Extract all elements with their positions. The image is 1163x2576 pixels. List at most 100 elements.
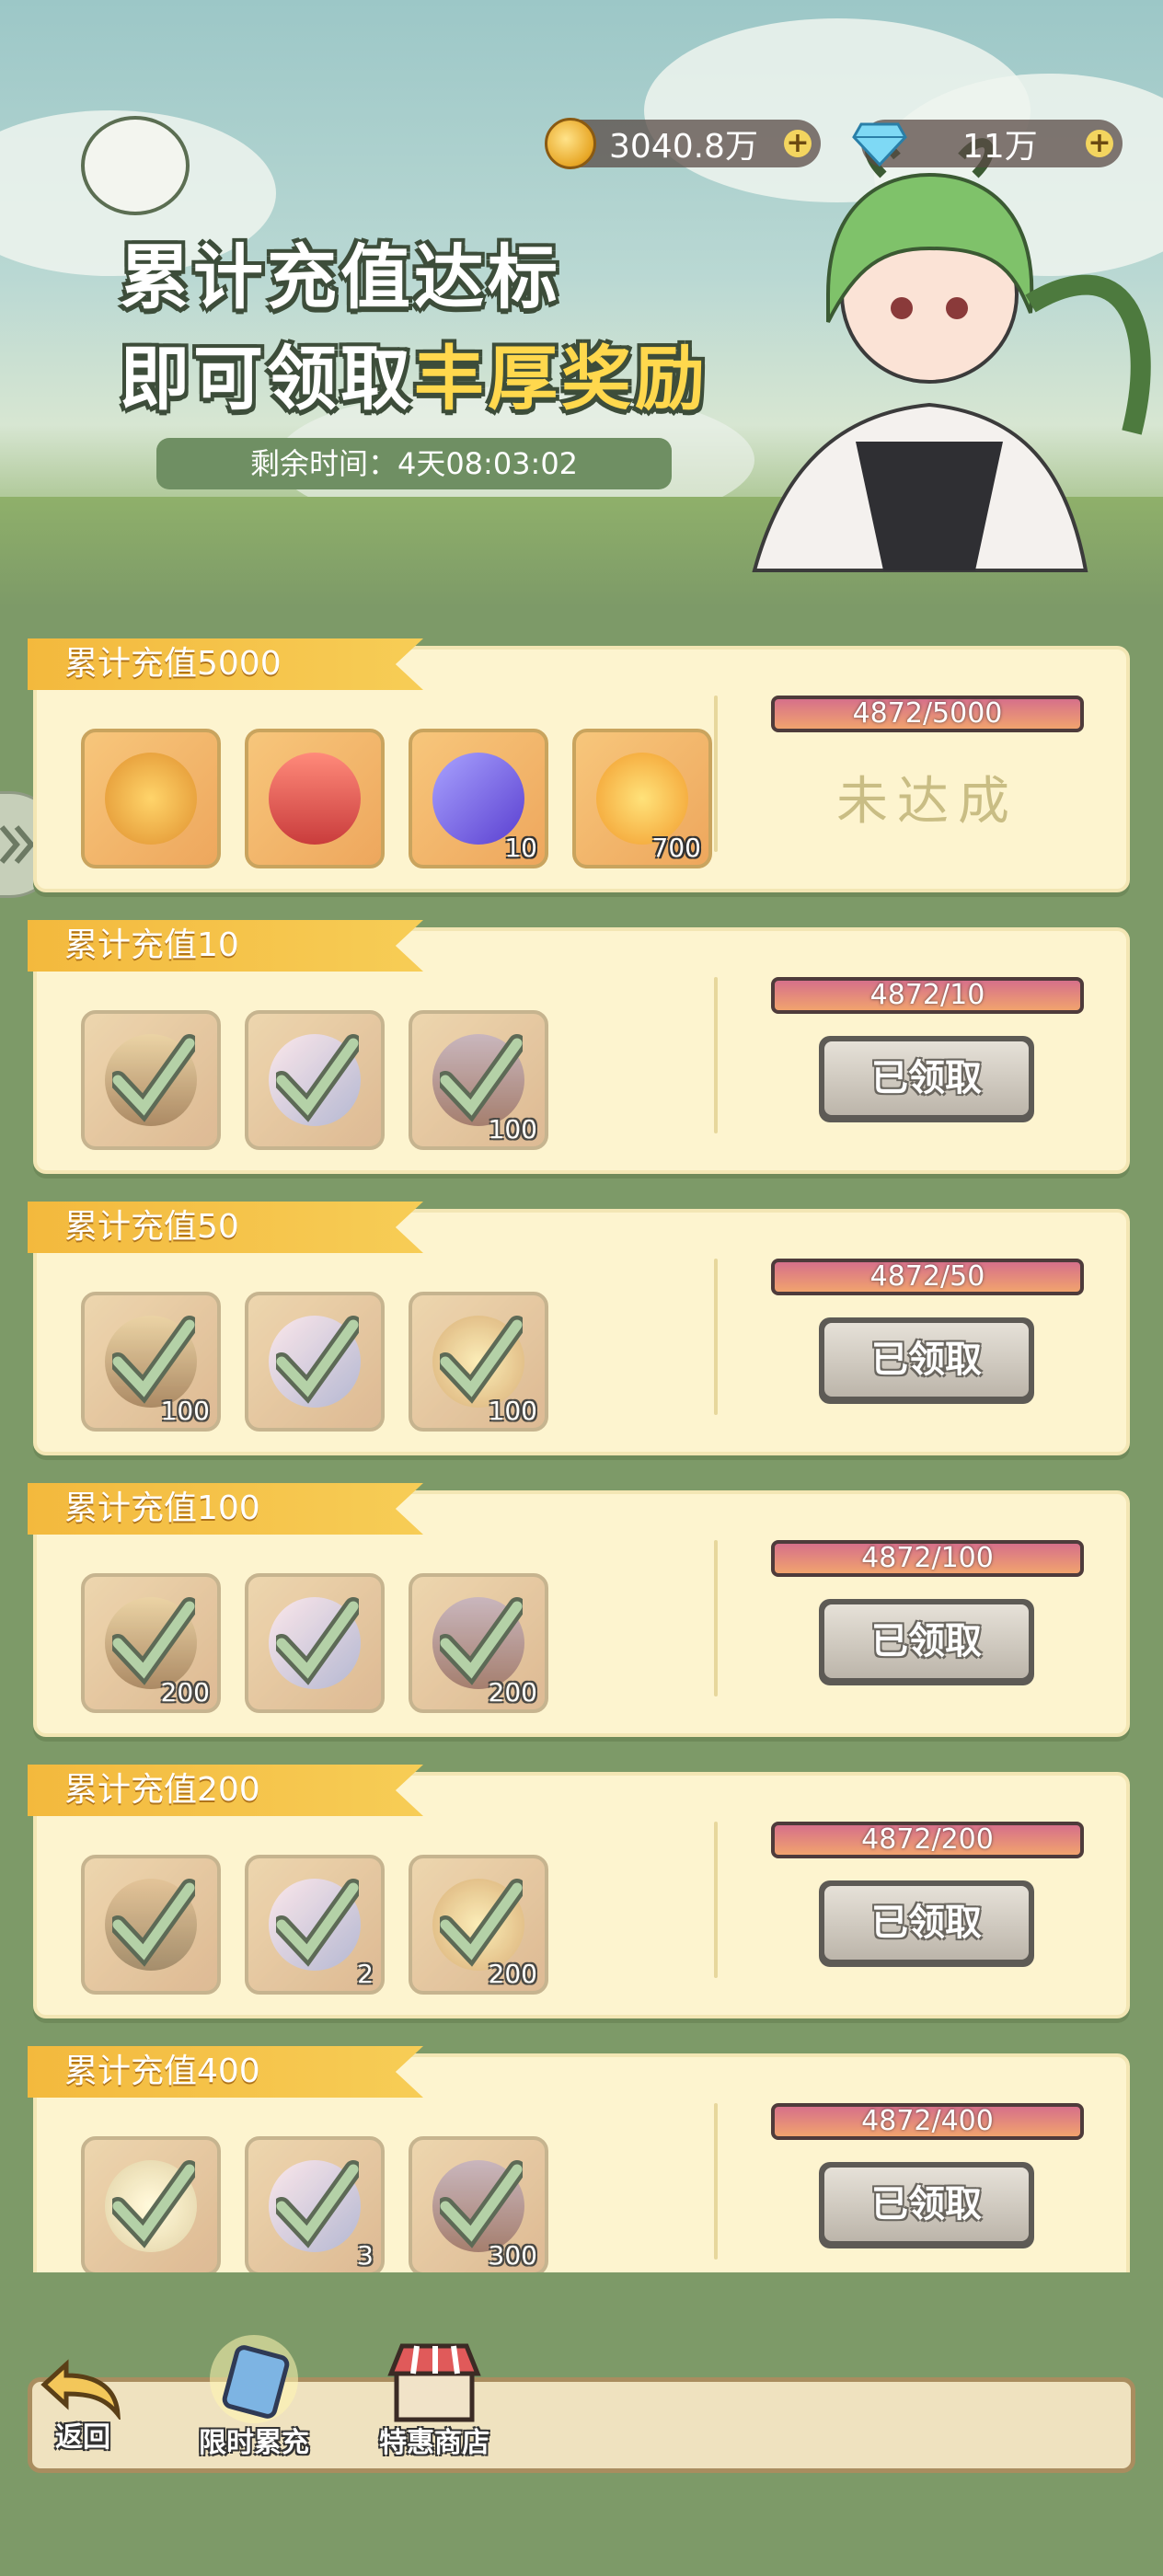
reward-items: 2 200 (81, 1855, 548, 1995)
card-divider (714, 977, 718, 1133)
checkmark-icon (276, 1597, 359, 1685)
reward-item[interactable]: 100 (81, 1292, 221, 1432)
reward-items: 10 700 (81, 729, 712, 868)
reward-quantity: 3 (357, 2240, 374, 2271)
reward-item[interactable]: 100 (409, 1292, 548, 1432)
mascot-icon (81, 116, 190, 215)
wealth-badge-icon (105, 753, 197, 845)
gold-counter[interactable]: 3040.8万 + (545, 118, 821, 169)
character-illustration (752, 138, 1151, 572)
headline-highlight: 丰厚奖励 (414, 338, 708, 420)
gold-amount: 3040.8万 (609, 128, 758, 166)
progress-bar: 4872/200 (771, 1822, 1084, 1858)
diamond-amount: 11万 (962, 128, 1038, 166)
checkmark-icon (440, 1034, 523, 1122)
add-diamond-icon[interactable]: + (1086, 130, 1113, 157)
reward-item[interactable]: 2 (245, 1855, 385, 1995)
reward-item[interactable] (245, 1010, 385, 1150)
checkmark-icon (276, 2160, 359, 2248)
bottom-nav-bar (28, 2377, 1135, 2473)
diamond-icon (852, 122, 907, 167)
tier-card: 累计充值200 2 200 4872/200 已领取 (28, 1765, 1130, 2018)
tab-limited-recharge[interactable]: 限时累充 (199, 2333, 309, 2460)
reward-item[interactable] (81, 2136, 221, 2272)
reward-item[interactable] (245, 1573, 385, 1713)
checkmark-icon (276, 1316, 359, 1404)
progress-bar: 4872/400 (771, 2103, 1084, 2140)
checkmark-icon (276, 1879, 359, 1967)
tier-card: 累计充值400 3 300 4872/400 已领取 (28, 2046, 1130, 2272)
tier-list[interactable]: 累计充值5000 10 700 4872/5000 未达成累计充值10 100 4872/1… (0, 626, 1163, 2272)
reward-item[interactable] (81, 1010, 221, 1150)
reward-quantity: 100 (488, 1396, 537, 1426)
checkmark-icon (440, 1879, 523, 1967)
reward-item[interactable]: 10 (409, 729, 548, 868)
reward-quantity: 100 (160, 1396, 210, 1426)
reward-items: 200 200 (81, 1573, 548, 1713)
claimed-button[interactable]: 已领取 (819, 2162, 1034, 2248)
reward-quantity: 200 (160, 1677, 210, 1708)
checkmark-icon (112, 1879, 195, 1967)
claimed-button[interactable]: 已领取 (819, 1036, 1034, 1122)
reward-item[interactable]: 200 (81, 1573, 221, 1713)
timer-value: 4天08:03:02 (397, 446, 579, 481)
add-gold-icon[interactable]: + (784, 130, 812, 157)
card-divider (714, 1540, 718, 1696)
headline-line-1: 累计充值达标 (120, 236, 561, 318)
ssr-chest-icon (269, 753, 361, 845)
reward-quantity: 200 (488, 1959, 537, 1989)
reward-item[interactable]: 700 (572, 729, 712, 868)
tier-ribbon-label: 累计充值100 (28, 1483, 423, 1535)
gold-coin-icon (545, 118, 596, 169)
reward-quantity: 10 (504, 833, 537, 863)
limited-recharge-label: 限时累充 (199, 2427, 309, 2459)
reward-item[interactable]: 300 (409, 2136, 548, 2272)
progress-bar: 4872/5000 (771, 696, 1084, 732)
reward-item[interactable]: 200 (409, 1573, 548, 1713)
reward-item[interactable] (81, 1855, 221, 1995)
reward-quantity: 300 (488, 2240, 537, 2271)
reward-item[interactable]: 3 (245, 2136, 385, 2272)
gold-fruit-icon (596, 753, 688, 845)
reward-item[interactable] (81, 729, 221, 868)
reward-quantity: 700 (651, 833, 701, 863)
tier-ribbon-label: 累计充值5000 (28, 638, 423, 690)
tier-card: 累计充值5000 10 700 4872/5000 未达成 (28, 638, 1130, 892)
reward-item[interactable] (245, 1292, 385, 1432)
claimed-button-label: 已领取 (824, 2168, 1029, 2241)
reward-quantity: 2 (357, 1959, 374, 1989)
checkmark-icon (112, 1597, 195, 1685)
tier-card: 累计充值100 200 200 4872/100 已领取 (28, 1483, 1130, 1737)
reward-items: 100 (81, 1010, 548, 1150)
tier-ribbon-label: 累计充值400 (28, 2046, 423, 2098)
headline-prefix: 即可领取 (120, 338, 414, 420)
hero-banner: 3040.8万 + 11万 + 累计充值达标 即可领取丰厚奖励 剩余时间：4天0… (0, 0, 1163, 607)
claimed-button-label: 已领取 (824, 1041, 1029, 1115)
shop-stall-icon (387, 2343, 481, 2422)
timer-label: 剩余时间： (249, 446, 397, 481)
back-button[interactable]: 返回 (39, 2355, 127, 2455)
claimed-button[interactable]: 已领取 (819, 1599, 1034, 1685)
tier-ribbon-label: 累计充值50 (28, 1202, 423, 1253)
not-reached-status: 未达成 (836, 772, 1019, 832)
diamond-counter[interactable]: 11万 + (852, 120, 1123, 167)
checkmark-icon (112, 1316, 195, 1404)
reward-items: 100 100 (81, 1292, 548, 1432)
card-divider (714, 1259, 718, 1415)
progress-bar: 4872/100 (771, 1540, 1084, 1577)
purple-gem-icon (432, 753, 524, 845)
claimed-button-label: 已领取 (824, 1323, 1029, 1397)
card-divider (714, 696, 718, 852)
checkmark-icon (440, 1597, 523, 1685)
tier-card: 累计充值10 100 4872/10 已领取 (28, 920, 1130, 1174)
progress-bar: 4872/50 (771, 1259, 1084, 1295)
reward-quantity: 100 (488, 1114, 537, 1144)
tab-special-shop[interactable]: 特惠商店 (379, 2337, 489, 2460)
checkmark-icon (440, 2160, 523, 2248)
reward-item[interactable]: 200 (409, 1855, 548, 1995)
reward-item[interactable] (245, 729, 385, 868)
special-shop-label: 特惠商店 (379, 2427, 489, 2459)
reward-item[interactable]: 100 (409, 1010, 548, 1150)
claimed-button[interactable]: 已领取 (819, 1880, 1034, 1967)
claimed-button[interactable]: 已领取 (819, 1317, 1034, 1404)
